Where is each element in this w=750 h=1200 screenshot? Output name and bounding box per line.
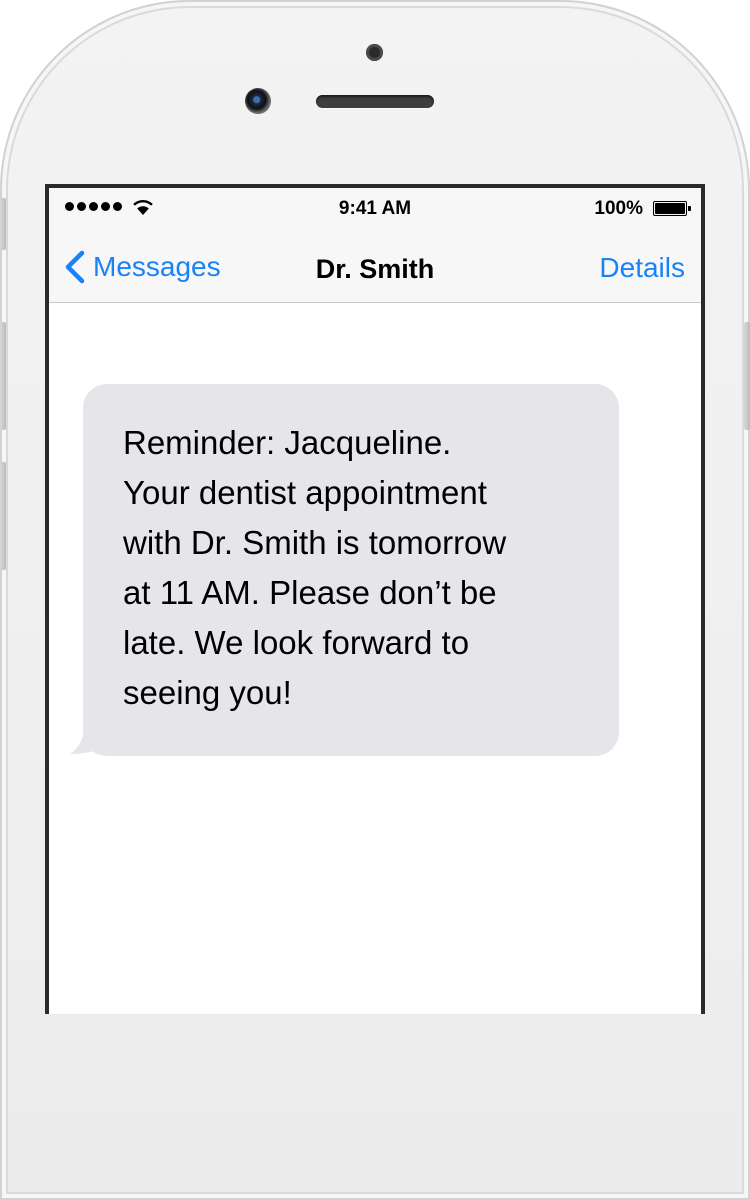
- incoming-message-bubble[interactable]: Reminder: Jacqueline. Your dentist appoi…: [83, 384, 619, 756]
- details-button[interactable]: Details: [599, 252, 685, 284]
- phone-screen: 9:41 AM 100% Messages Dr. Smith Details …: [45, 184, 705, 1014]
- front-camera: [245, 88, 271, 114]
- volume-down-button: [0, 462, 6, 570]
- status-bar: 9:41 AM 100%: [49, 188, 701, 232]
- message-text: Reminder: Jacqueline. Your dentist appoi…: [123, 424, 507, 711]
- proximity-sensor: [366, 44, 383, 61]
- battery-full-icon: [653, 201, 691, 216]
- volume-up-button: [0, 322, 6, 430]
- earpiece-speaker: [316, 95, 434, 108]
- silent-switch: [0, 198, 6, 250]
- power-button: [744, 322, 750, 430]
- battery-percentage: 100%: [594, 198, 643, 219]
- conversation-header: Messages Dr. Smith Details: [49, 232, 701, 303]
